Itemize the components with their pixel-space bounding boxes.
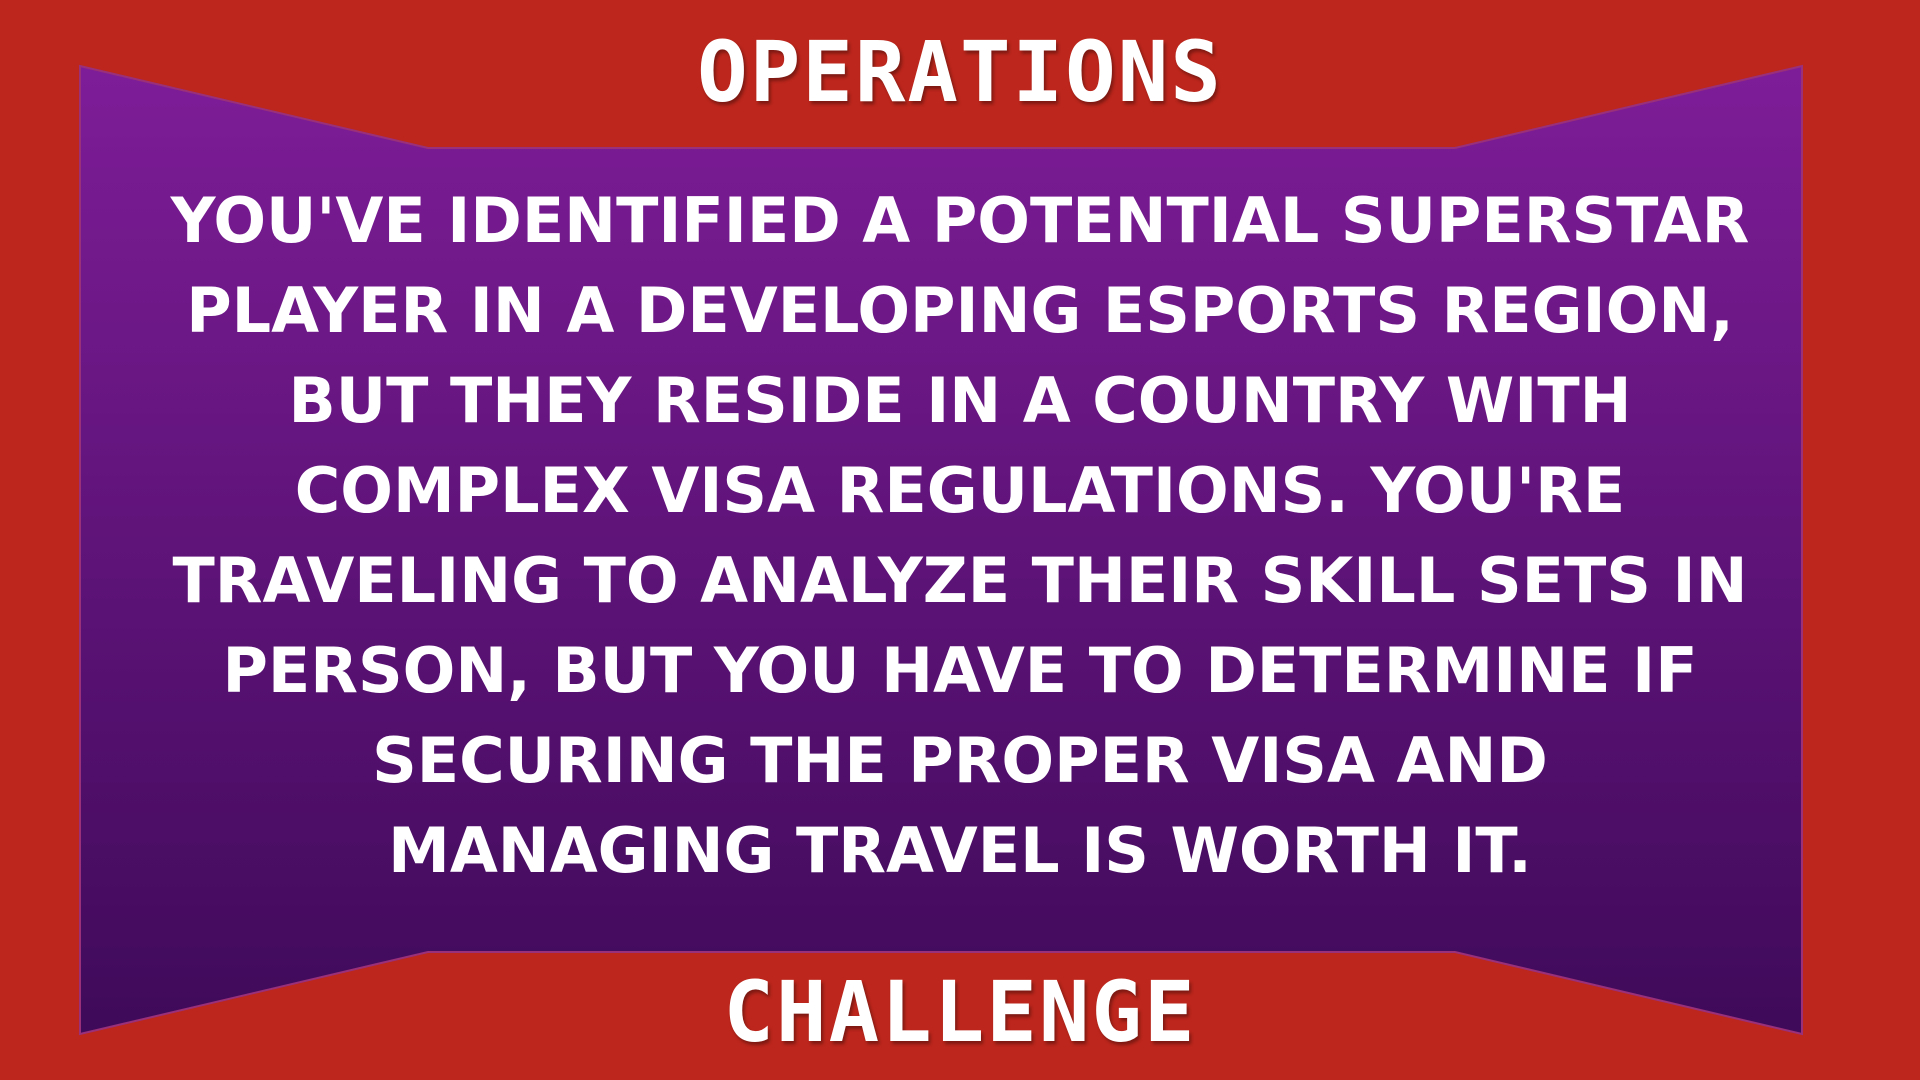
card-type-title: CHALLENGE (723, 963, 1197, 1061)
challenge-card-screen: OPERATIONS YOU'VE IDENTIFIED A POTENTIAL… (0, 0, 1920, 1080)
card-category-title: OPERATIONS (697, 23, 1223, 121)
challenge-description: YOU'VE IDENTIFIED A POTENTIAL SUPERSTAR … (170, 184, 1750, 887)
